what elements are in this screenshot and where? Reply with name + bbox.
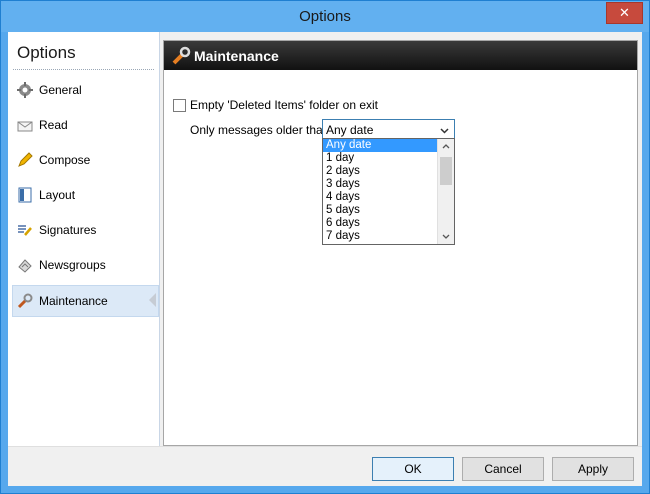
- sidebar-item-label: Read: [39, 118, 68, 132]
- older-than-dropdown-list[interactable]: Any date 1 day 2 days 3 days 4 days 5 da…: [322, 138, 455, 245]
- window-title: Options: [299, 8, 351, 25]
- layout-icon: [17, 187, 33, 203]
- dropdown-scrollbar[interactable]: [437, 139, 454, 244]
- panel-title: Maintenance: [194, 48, 279, 64]
- empty-deleted-label: Empty 'Deleted Items' folder on exit: [190, 98, 378, 112]
- sidebar-item-signatures[interactable]: Signatures: [13, 215, 158, 245]
- sidebar-item-newsgroups[interactable]: Newsgroups: [13, 250, 158, 280]
- dropdown-option[interactable]: 1 day: [323, 152, 440, 165]
- dropdown-option[interactable]: 3 days: [323, 178, 440, 191]
- envelope-icon: [17, 117, 33, 133]
- scroll-up-icon[interactable]: [438, 139, 454, 153]
- older-than-label: Only messages older than:: [190, 123, 333, 137]
- sidebar-item-label: General: [39, 83, 82, 97]
- gear-icon: [17, 82, 33, 98]
- older-than-select[interactable]: Any date: [322, 119, 455, 140]
- sidebar-item-label: Signatures: [39, 223, 97, 237]
- maintenance-panel: Maintenance Empty 'Deleted Items' folder…: [163, 40, 638, 446]
- dropdown-option[interactable]: 4 days: [323, 191, 440, 204]
- sidebar: Options General Read Compose Layout Sign…: [8, 32, 160, 446]
- active-indicator: [149, 293, 156, 307]
- sidebar-item-compose[interactable]: Compose: [13, 145, 158, 175]
- sidebar-item-maintenance[interactable]: Maintenance: [12, 285, 159, 317]
- options-window: Options ✕ Options General Read Compose L…: [0, 0, 650, 494]
- sidebar-title: Options: [17, 43, 76, 62]
- cancel-button[interactable]: Cancel: [462, 457, 544, 481]
- apply-button[interactable]: Apply: [552, 457, 634, 481]
- dropdown-option[interactable]: Any date: [323, 139, 440, 152]
- empty-deleted-row[interactable]: Empty 'Deleted Items' folder on exit: [173, 98, 378, 112]
- newsgroup-icon: [17, 257, 33, 273]
- scroll-down-icon[interactable]: [438, 230, 454, 244]
- sidebar-item-label: Newsgroups: [39, 258, 106, 272]
- footer-divider: [8, 446, 642, 447]
- empty-deleted-checkbox[interactable]: [173, 98, 186, 112]
- dialog-client: Options General Read Compose Layout Sign…: [8, 32, 642, 486]
- sidebar-divider: [13, 69, 154, 70]
- sidebar-item-read[interactable]: Read: [13, 110, 158, 140]
- ok-button[interactable]: OK: [372, 457, 454, 481]
- wrench-icon: [17, 293, 33, 309]
- close-button[interactable]: ✕: [606, 2, 643, 24]
- dropdown-option[interactable]: 6 days: [323, 217, 440, 230]
- panel-header: Maintenance: [164, 41, 637, 70]
- signature-icon: [17, 222, 33, 238]
- title-bar[interactable]: Options ✕: [1, 1, 649, 32]
- chevron-down-icon: [440, 124, 449, 138]
- pencil-icon: [17, 152, 33, 168]
- select-value: Any date: [326, 123, 374, 137]
- sidebar-item-label: Layout: [39, 188, 76, 202]
- sidebar-item-layout[interactable]: Layout: [13, 180, 158, 210]
- scrollbar-thumb[interactable]: [440, 157, 452, 185]
- sidebar-item-general[interactable]: General: [13, 75, 158, 105]
- sidebar-item-label: Compose: [39, 153, 91, 167]
- dropdown-option[interactable]: 2 days: [323, 165, 440, 178]
- dropdown-option[interactable]: 5 days: [323, 204, 440, 217]
- close-icon: ✕: [619, 5, 630, 20]
- sidebar-item-label: Maintenance: [39, 294, 108, 308]
- dropdown-option[interactable]: 7 days: [323, 230, 440, 243]
- wrench-icon: [171, 46, 191, 69]
